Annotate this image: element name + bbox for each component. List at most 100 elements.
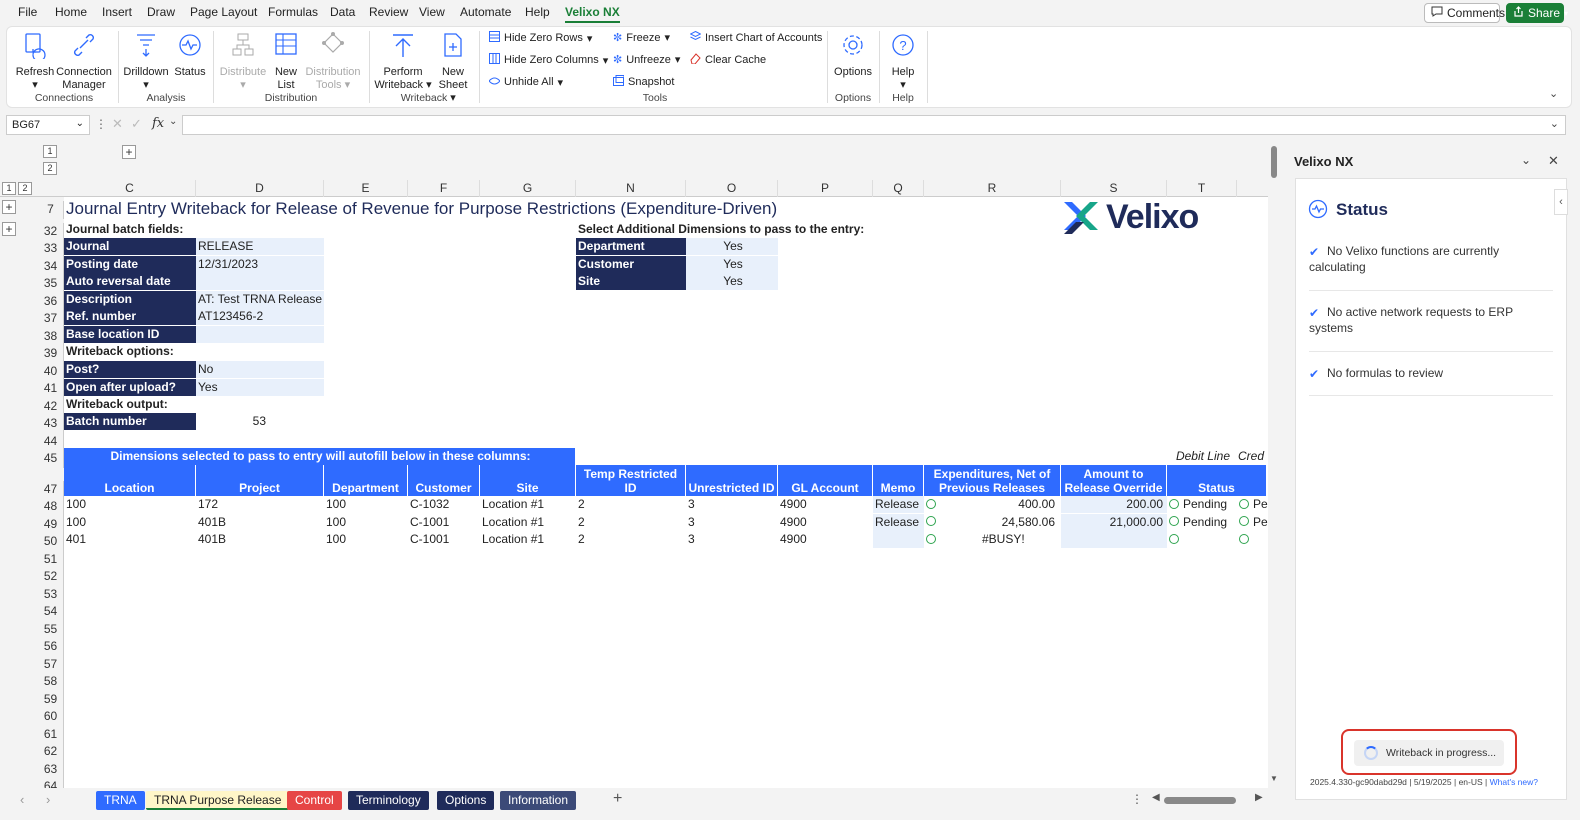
row-header-43[interactable]: 43 [38, 415, 64, 433]
scrollbar-thumb[interactable] [1271, 146, 1277, 178]
row-header-47[interactable]: 47 [38, 481, 64, 499]
table-cell-status-credit[interactable]: Pe [1237, 514, 1268, 531]
table-cell-unres[interactable]: 3 [686, 531, 778, 548]
expand-row-group-button[interactable]: + [2, 222, 16, 236]
row-header-64[interactable]: 64 [38, 778, 64, 788]
table-cell-site[interactable]: Location #1 [480, 496, 576, 513]
table-cell-gl[interactable]: 4900 [778, 514, 873, 531]
worksheet[interactable]: 1 2 + 1 2 C D E F G N O P Q R S T + + 7 3… [0, 142, 1268, 788]
add-sheet-button[interactable]: + [613, 790, 622, 808]
field-value[interactable]: RELEASE [196, 238, 324, 255]
pane-options-chevron-icon[interactable]: ⌄ [1521, 153, 1531, 167]
menu-view[interactable]: View [419, 5, 445, 19]
distribute-button[interactable]: Distribute ▾ [217, 31, 269, 92]
row-header-41[interactable]: 41 [38, 380, 64, 398]
field-value[interactable] [196, 273, 324, 290]
column-header-p[interactable]: P [778, 180, 873, 197]
field-value[interactable]: 12/31/2023 [196, 255, 324, 273]
table-cell-gl[interactable]: 4900 [778, 531, 873, 548]
field-value[interactable]: AT: Test TRNA Release [196, 290, 324, 308]
whats-new-link[interactable]: What's new? [1490, 777, 1538, 787]
table-cell-location[interactable]: 100 [64, 496, 196, 513]
tab-options[interactable]: Options [437, 791, 495, 810]
field-value[interactable] [196, 325, 324, 343]
batch-number-value[interactable]: 53 [196, 413, 266, 430]
close-icon[interactable]: ✕ [1548, 153, 1559, 169]
column-header-e[interactable]: E [324, 180, 408, 197]
table-cell-department[interactable]: 100 [324, 496, 408, 513]
table-cell-customer[interactable]: C-1032 [408, 496, 480, 513]
table-cell-override[interactable] [1061, 531, 1167, 548]
table-cell-project[interactable]: 401B [196, 514, 324, 531]
table-cell-site[interactable]: Location #1 [480, 531, 576, 548]
more-icon[interactable]: ⋮ [1131, 792, 1143, 806]
table-cell-memo[interactable]: Release [873, 496, 924, 513]
table-cell-location[interactable]: 100 [64, 514, 196, 531]
table-cell-expenditures[interactable]: 24,580.06 [924, 514, 1061, 531]
row-header-39[interactable]: 39 [38, 345, 64, 363]
dimension-value[interactable]: Yes [686, 238, 778, 255]
column-header-q[interactable]: Q [873, 180, 924, 197]
unhide-all-button[interactable]: Unhide All ▾ [488, 75, 563, 89]
row-header-55[interactable]: 55 [38, 621, 64, 639]
menu-review[interactable]: Review [369, 5, 408, 19]
table-cell-customer[interactable]: C-1001 [408, 531, 480, 548]
hscroll-right-icon[interactable]: ▶ [1255, 792, 1263, 803]
ribbon-collapse-icon[interactable]: ⌄ [1549, 87, 1558, 100]
tab-control[interactable]: Control [287, 791, 342, 810]
row-header-34[interactable]: 34 [38, 258, 64, 276]
distribution-tools-button[interactable]: Distribution Tools ▾ [305, 31, 361, 92]
table-cell-memo[interactable]: Release [873, 513, 924, 531]
scroll-down-icon[interactable]: ▼ [1270, 774, 1278, 783]
freeze-button[interactable]: ✼ Freeze ▾ [613, 31, 670, 45]
expand-icon[interactable]: ⌄ [1550, 117, 1559, 130]
hide-zero-rows-button[interactable]: Hide Zero Rows ▾ [489, 31, 592, 45]
table-cell-location[interactable]: 401 [64, 531, 196, 548]
row-header-52[interactable]: 52 [38, 568, 64, 586]
menu-insert[interactable]: Insert [102, 5, 132, 19]
status-button[interactable]: Status [171, 31, 209, 79]
table-cell-temp[interactable]: 2 [576, 514, 686, 531]
row-header-53[interactable]: 53 [38, 586, 64, 604]
column-header-c[interactable]: C [64, 180, 196, 197]
menu-draw[interactable]: Draw [147, 5, 175, 19]
table-cell-status-credit[interactable]: Pe [1237, 496, 1268, 513]
clear-cache-button[interactable]: Clear Cache [690, 53, 766, 67]
row-header-32[interactable]: 32 [38, 223, 64, 241]
tab-trna[interactable]: TRNA [96, 791, 145, 810]
row-header-35[interactable]: 35 [38, 275, 64, 293]
column-header-g[interactable]: G [480, 180, 576, 197]
row-header-50[interactable]: 50 [38, 533, 64, 551]
row-header-61[interactable]: 61 [38, 726, 64, 744]
row-header-33[interactable]: 33 [38, 240, 64, 258]
cancel-icon[interactable]: ✕ [112, 116, 123, 132]
table-cell-department[interactable]: 100 [324, 514, 408, 531]
row-header-44[interactable]: 44 [38, 433, 64, 451]
outline-level-2-button[interactable]: 2 [43, 162, 57, 175]
vertical-scrollbar[interactable]: ▼ [1268, 142, 1280, 788]
tab-terminology[interactable]: Terminology [348, 791, 429, 810]
row-header-38[interactable]: 38 [38, 328, 64, 346]
name-box[interactable]: BG67 ⌄ [6, 115, 90, 135]
row-header-51[interactable]: 51 [38, 551, 64, 569]
column-header-r[interactable]: R [924, 180, 1061, 197]
column-header-t[interactable]: T [1167, 180, 1237, 197]
menu-file[interactable]: File [18, 5, 37, 19]
collapse-pane-button[interactable]: ‹ [1554, 189, 1568, 215]
table-cell-site[interactable]: Location #1 [480, 514, 576, 531]
column-header-n[interactable]: N [576, 180, 686, 197]
table-cell-override[interactable]: 200.00 [1061, 496, 1167, 513]
table-cell-unres[interactable]: 3 [686, 496, 778, 513]
table-cell-memo[interactable] [873, 531, 924, 548]
table-cell-temp[interactable]: 2 [576, 531, 686, 548]
row-header-57[interactable]: 57 [38, 656, 64, 674]
row-header-40[interactable]: 40 [38, 363, 64, 381]
outline-level-1-button[interactable]: 1 [43, 145, 57, 158]
confirm-icon[interactable]: ✓ [131, 116, 142, 132]
dimension-value[interactable]: Yes [686, 273, 778, 290]
row-header-54[interactable]: 54 [38, 603, 64, 621]
column-header-f[interactable]: F [408, 180, 480, 197]
new-list-button[interactable]: New List [271, 31, 301, 92]
table-cell-project[interactable]: 172 [196, 496, 324, 513]
option-value[interactable]: Yes [196, 378, 324, 396]
